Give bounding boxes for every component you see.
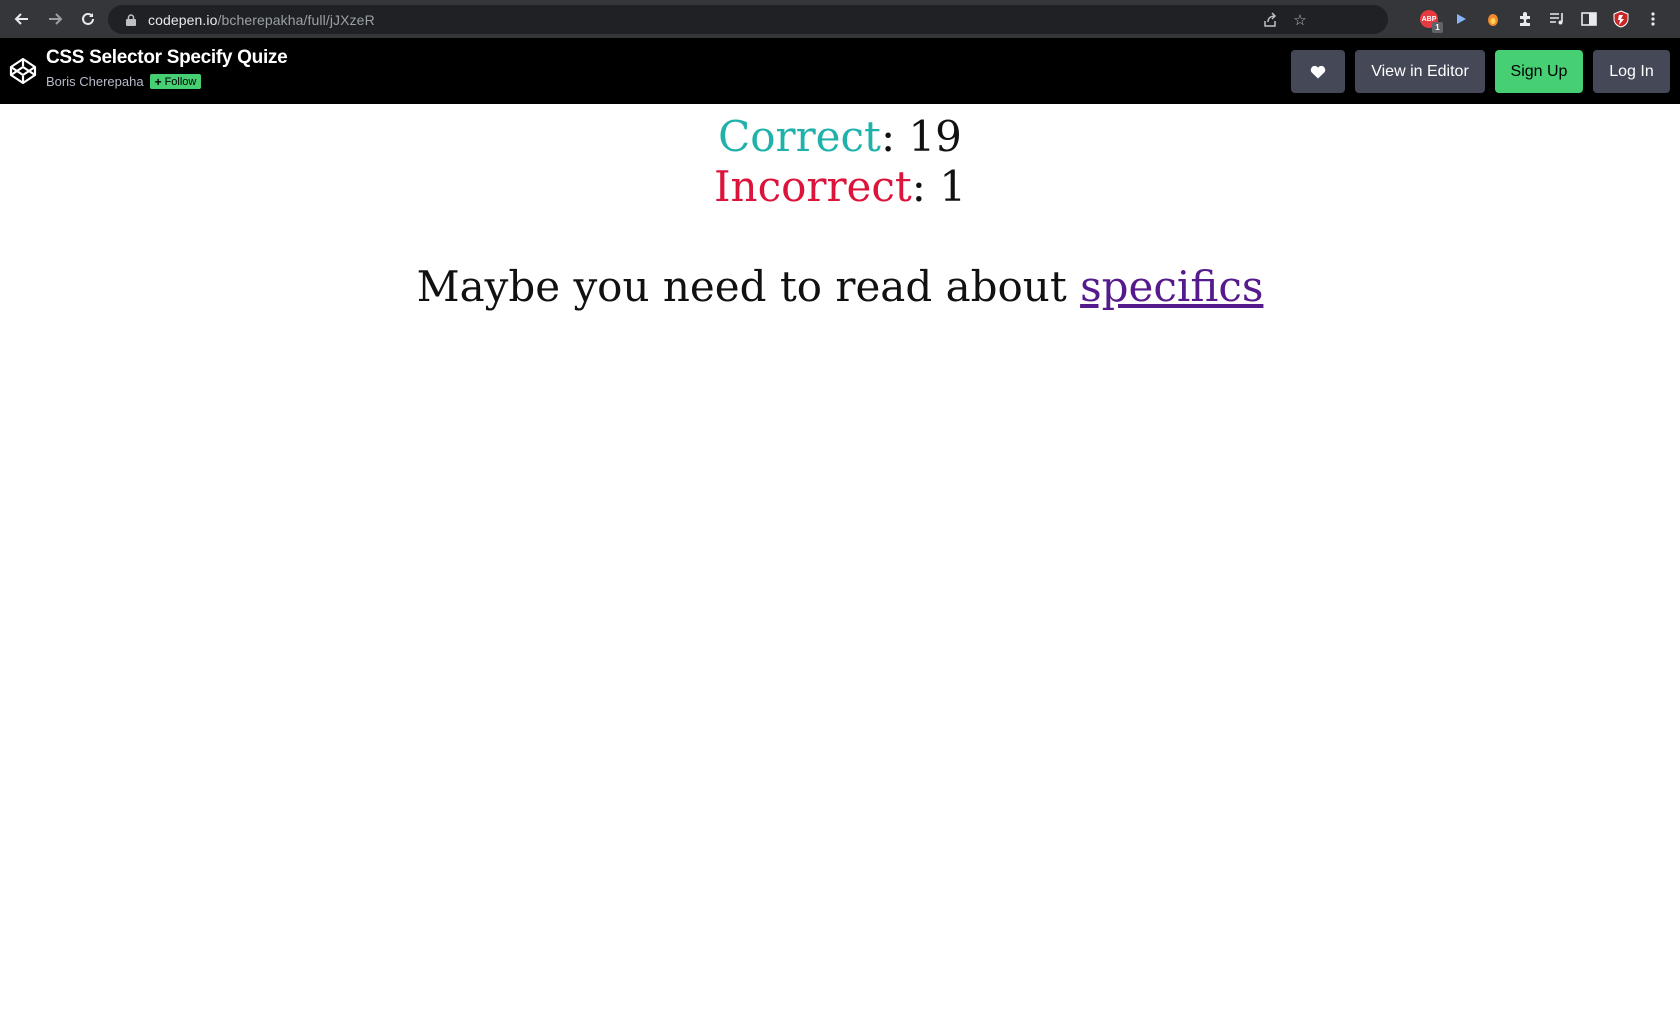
heart-icon — [1310, 65, 1326, 78]
follow-button[interactable]: + Follow — [149, 74, 202, 89]
specifics-link[interactable]: specifics — [1080, 262, 1263, 311]
view-in-editor-button[interactable]: View in Editor — [1355, 50, 1485, 93]
play-extension-icon[interactable] — [1450, 8, 1472, 30]
quiz-result: Correct: 19 Incorrect: 1 Maybe you need … — [0, 104, 1680, 1018]
correct-label: Correct — [718, 112, 881, 161]
correct-score: Correct: 19 — [718, 112, 962, 161]
media-queue-icon[interactable] — [1546, 8, 1568, 30]
side-panel-icon[interactable] — [1578, 8, 1600, 30]
pen-title: CSS Selector Specify Quize — [46, 47, 288, 68]
kebab-menu-icon[interactable] — [1642, 8, 1664, 30]
address-bar[interactable]: codepen.io/bcherepakha/full/jJXzeR ☆ — [108, 5, 1388, 34]
codepen-logo-icon[interactable] — [8, 56, 38, 86]
author-name[interactable]: Boris Cherepaha — [46, 74, 144, 89]
share-icon[interactable] — [1260, 10, 1280, 30]
adblock-icon[interactable]: ABP 1 — [1418, 8, 1443, 33]
extensions-bar: ABP 1 — [1418, 8, 1674, 33]
puzzle-extensions-icon[interactable] — [1514, 8, 1536, 30]
back-arrow-icon[interactable] — [8, 5, 36, 33]
shield-extension-icon[interactable] — [1610, 8, 1632, 30]
like-button[interactable] — [1291, 50, 1345, 93]
bookmark-star-icon[interactable]: ☆ — [1290, 10, 1310, 30]
sign-up-button[interactable]: Sign Up — [1495, 50, 1583, 93]
incorrect-label: Incorrect — [713, 162, 912, 211]
codepen-header: CSS Selector Specify Quize Boris Cherepa… — [0, 38, 1680, 104]
log-in-button[interactable]: Log In — [1593, 50, 1670, 93]
orange-extension-icon[interactable] — [1482, 8, 1504, 30]
plus-icon: + — [154, 74, 162, 89]
incorrect-score: Incorrect: 1 — [713, 162, 967, 211]
author-row: Boris Cherepaha + Follow — [46, 74, 202, 89]
reload-icon[interactable] — [74, 5, 102, 33]
lock-icon[interactable] — [120, 13, 142, 26]
incorrect-count: 1 — [939, 162, 967, 211]
browser-toolbar: codepen.io/bcherepakha/full/jJXzeR ☆ ABP… — [0, 0, 1680, 38]
correct-count: 19 — [908, 112, 962, 161]
forward-arrow-icon[interactable] — [41, 5, 69, 33]
hint-message: Maybe you need to read about specifics — [416, 262, 1264, 311]
url-text[interactable]: codepen.io/bcherepakha/full/jJXzeR — [148, 12, 375, 28]
